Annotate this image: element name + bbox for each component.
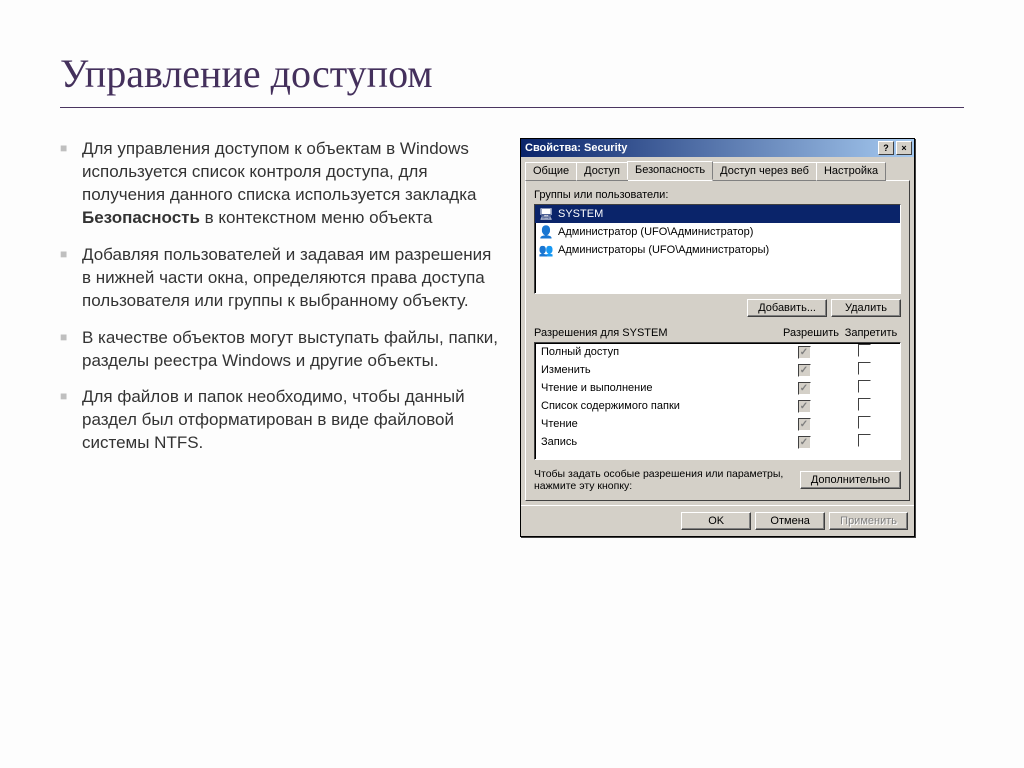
groups-label: Группы или пользователи: <box>534 189 901 201</box>
allow-checkbox[interactable] <box>798 364 811 377</box>
list-item-label: Администраторы (UFO\Администраторы) <box>558 244 769 256</box>
permissions-label: Разрешения для SYSTEM <box>534 327 781 339</box>
bullet-item: В качестве объектов могут выступать файл… <box>60 327 500 373</box>
groups-listbox[interactable]: 🖥 SYSTEM 👤 Администратор (UFO\Администратор… <box>534 204 901 294</box>
permission-name: Список содержимого папки <box>541 400 774 412</box>
permission-name: Запись <box>541 436 774 448</box>
list-item[interactable]: 🖥 SYSTEM <box>535 205 900 223</box>
permission-row: Чтение <box>535 415 900 433</box>
permission-name: Чтение и выполнение <box>541 382 774 394</box>
permission-row: Запись <box>535 433 900 451</box>
apply-button[interactable]: Применить <box>829 512 908 530</box>
properties-dialog: Свойства: Security ? × ОбщиеДоступБезопа… <box>520 138 915 537</box>
deny-checkbox[interactable] <box>858 362 871 375</box>
close-icon[interactable]: × <box>896 141 912 155</box>
computer-icon: 🖥 <box>538 206 554 222</box>
dialog-title: Свойства: Security <box>525 142 876 154</box>
permission-row: Полный доступ <box>535 343 900 361</box>
tab-доступ-через-веб[interactable]: Доступ через веб <box>712 162 817 181</box>
allow-checkbox[interactable] <box>798 382 811 395</box>
allow-checkbox[interactable] <box>798 346 811 359</box>
dialog-footer: OK Отмена Применить <box>521 505 914 536</box>
allow-checkbox[interactable] <box>798 400 811 413</box>
deny-checkbox[interactable] <box>858 380 871 393</box>
list-item-label: SYSTEM <box>558 208 603 220</box>
deny-checkbox[interactable] <box>858 344 871 357</box>
list-item[interactable]: 👤 Администратор (UFO\Администратор) <box>535 223 900 241</box>
bullet-item: Для файлов и папок необходимо, чтобы дан… <box>60 386 500 455</box>
allow-checkbox[interactable] <box>798 418 811 431</box>
permission-row: Изменить <box>535 361 900 379</box>
cancel-button[interactable]: Отмена <box>755 512 825 530</box>
ok-button[interactable]: OK <box>681 512 751 530</box>
advanced-button[interactable]: Дополнительно <box>800 471 901 489</box>
slide-title: Управление доступом <box>60 50 964 97</box>
add-button[interactable]: Добавить... <box>747 299 827 317</box>
tab-доступ[interactable]: Доступ <box>576 162 628 181</box>
permission-row: Список содержимого папки <box>535 397 900 415</box>
permission-name: Изменить <box>541 364 774 376</box>
permission-row: Чтение и выполнение <box>535 379 900 397</box>
group-icon: 👥 <box>538 242 554 258</box>
advanced-hint: Чтобы задать особые разрешения или парам… <box>534 468 792 492</box>
title-underline <box>60 107 964 108</box>
allow-checkbox[interactable] <box>798 436 811 449</box>
permissions-listbox[interactable]: Полный доступ Изменить Чтение и выполнение… <box>534 342 901 460</box>
tab-безопасность[interactable]: Безопасность <box>627 161 713 180</box>
allow-header: Разрешить <box>781 327 841 339</box>
user-icon: 👤 <box>538 224 554 240</box>
tab-общие[interactable]: Общие <box>525 162 577 181</box>
list-item[interactable]: 👥 Администраторы (UFO\Администраторы) <box>535 241 900 259</box>
deny-checkbox[interactable] <box>858 398 871 411</box>
deny-checkbox[interactable] <box>858 416 871 429</box>
list-item-label: Администратор (UFO\Администратор) <box>558 226 753 238</box>
permission-name: Чтение <box>541 418 774 430</box>
bullet-item: Для управления доступом к объектам в Win… <box>60 138 500 230</box>
tab-настройка[interactable]: Настройка <box>816 162 886 181</box>
deny-header: Запретить <box>841 327 901 339</box>
permission-name: Полный доступ <box>541 346 774 358</box>
tab-security-pane: Группы или пользователи: 🖥 SYSTEM 👤 Админис… <box>525 180 910 501</box>
bullet-list: Для управления доступом к объектам в Win… <box>60 138 500 537</box>
help-icon[interactable]: ? <box>878 141 894 155</box>
bullet-item: Добавляя пользователей и задавая им разр… <box>60 244 500 313</box>
titlebar[interactable]: Свойства: Security ? × <box>521 139 914 157</box>
deny-checkbox[interactable] <box>858 434 871 447</box>
remove-button[interactable]: Удалить <box>831 299 901 317</box>
tabstrip: ОбщиеДоступБезопасностьДоступ через вебН… <box>521 157 914 180</box>
